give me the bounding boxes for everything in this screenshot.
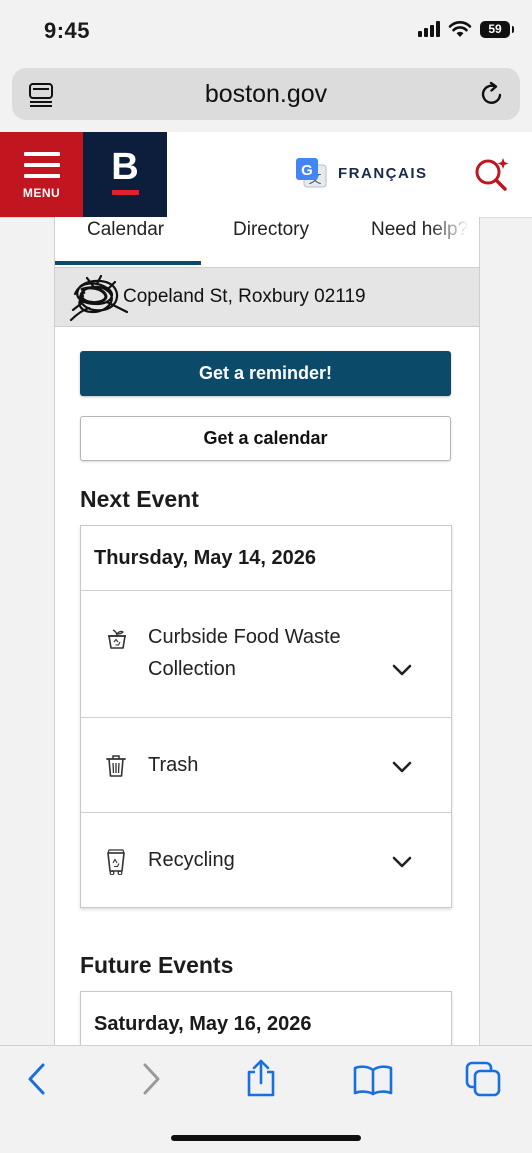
boston-logo[interactable]: B: [83, 132, 167, 217]
url-text[interactable]: boston.gov: [12, 80, 520, 109]
get-calendar-button[interactable]: Get a calendar: [80, 416, 451, 461]
language-label: FRANÇAIS: [338, 164, 428, 182]
chevron-down-icon[interactable]: [391, 855, 413, 869]
tab-bar: Calendar Directory Need help?: [55, 217, 479, 267]
reload-icon[interactable]: [478, 80, 506, 108]
hamburger-icon: [24, 152, 60, 185]
svg-text:G: G: [301, 162, 313, 179]
get-reminder-button[interactable]: Get a reminder!: [80, 351, 451, 396]
trash-can-icon: [106, 755, 126, 777]
battery-icon: 59: [480, 20, 514, 38]
next-event-card: Thursday, May 14, 2026 Curbside Food Was…: [80, 525, 452, 908]
event-item-label: Curbside Food Waste Collection: [148, 626, 341, 680]
status-icons: 59: [418, 20, 514, 38]
future-events-heading: Future Events: [80, 952, 234, 978]
status-time: 9:45: [44, 18, 91, 43]
next-event-heading: Next Event: [80, 486, 199, 512]
event-date: Thursday, May 14, 2026: [81, 526, 451, 591]
tab-calendar[interactable]: Calendar: [87, 219, 164, 241]
food-waste-icon: [108, 629, 126, 649]
event-item-trash[interactable]: Trash: [81, 718, 451, 813]
event-item-label: Recycling: [148, 849, 235, 871]
tabs-icon[interactable]: [464, 1060, 502, 1098]
event-date: Saturday, May 16, 2026: [81, 992, 451, 1045]
status-bar: 9:45 59: [0, 0, 532, 62]
redaction-scribble: [69, 274, 129, 322]
logo-underline: [112, 190, 139, 195]
home-indicator: [171, 1135, 361, 1141]
chevron-down-icon[interactable]: [391, 760, 413, 774]
google-translate-icon: 文 G: [296, 158, 327, 188]
trash-day-panel: Calendar Directory Need help? Copeland S…: [54, 217, 480, 1045]
menu-label: MENU: [22, 186, 61, 200]
active-tab-indicator: [55, 261, 201, 265]
event-item-recycling[interactable]: Recycling: [81, 813, 451, 907]
wifi-icon: [448, 21, 472, 37]
logo-letter: B: [111, 146, 139, 188]
search-icon[interactable]: [472, 154, 512, 194]
event-item-food-waste[interactable]: Curbside Food Waste Collection: [81, 591, 451, 718]
event-item-label: Trash: [148, 754, 199, 776]
tab-fade-overlay: [429, 217, 479, 265]
back-icon[interactable]: [24, 1062, 50, 1096]
translate-button[interactable]: 文 G FRANÇAIS: [294, 156, 428, 190]
site-header: MENU B 文 G FRANÇAIS: [0, 132, 532, 218]
future-event-card: Saturday, May 16, 2026: [80, 991, 452, 1045]
address-row: Copeland St, Roxbury 02119: [55, 267, 479, 327]
forward-icon[interactable]: [138, 1062, 164, 1096]
address-bar[interactable]: boston.gov: [12, 68, 520, 120]
recycling-bin-icon: [107, 849, 125, 875]
bookmarks-icon[interactable]: [352, 1064, 394, 1096]
address-text: Copeland St, Roxbury 02119: [123, 286, 366, 307]
chevron-down-icon[interactable]: [391, 663, 413, 677]
tab-directory[interactable]: Directory: [233, 219, 309, 241]
cell-signal-icon: [418, 21, 440, 37]
menu-button[interactable]: MENU: [0, 132, 83, 217]
share-icon[interactable]: [244, 1058, 278, 1098]
